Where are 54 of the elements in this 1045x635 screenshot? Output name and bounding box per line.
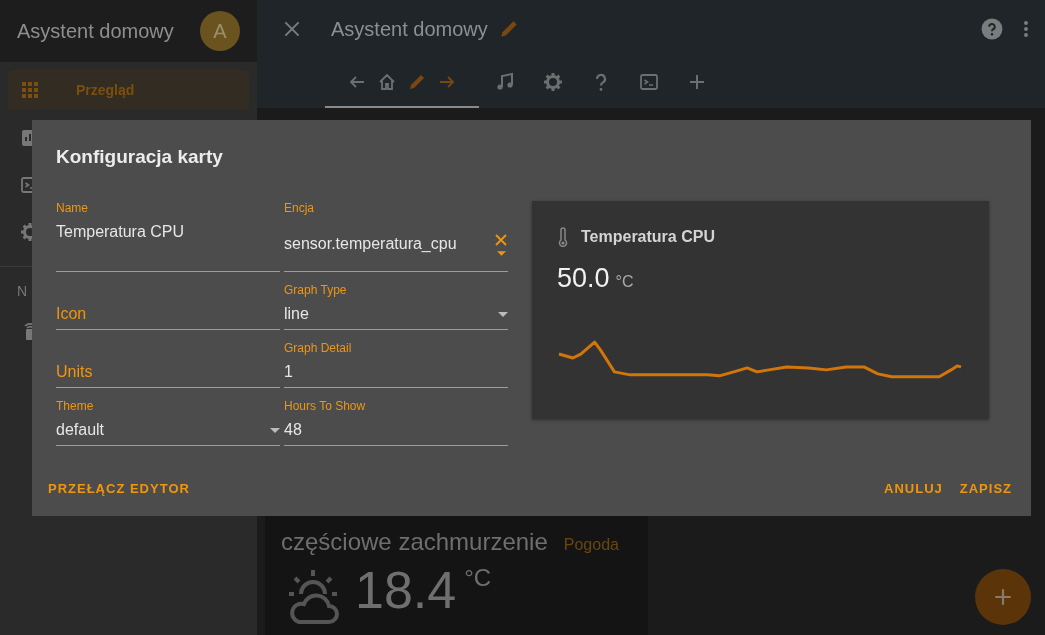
temperature-unit: °C xyxy=(464,564,492,592)
dropdown-caret-icon[interactable] xyxy=(498,311,508,317)
text-field[interactable]: Units xyxy=(56,341,280,388)
field-value: Temperatura CPU xyxy=(56,223,185,241)
thermometer-icon xyxy=(557,227,569,247)
weather-temperature: 18.4 xyxy=(355,564,457,616)
home-icon[interactable] xyxy=(377,72,397,92)
dropdown-field[interactable]: Graph Type line xyxy=(284,283,508,330)
grid-icon xyxy=(20,80,40,100)
text-field[interactable]: Name Temperatura CPU xyxy=(56,201,280,272)
field-label: Theme xyxy=(56,399,95,415)
plus-icon xyxy=(687,72,707,92)
plus-icon xyxy=(992,586,1014,608)
sidebar-item[interactable]: Przegląd xyxy=(8,70,249,110)
field-value: sensor.temperatura_cpu xyxy=(284,235,457,253)
field-label: Name xyxy=(56,201,89,217)
field-value: line xyxy=(284,305,309,323)
dialog-button[interactable]: PRZEŁĄCZ EDYTOR xyxy=(48,475,193,502)
field-label: Hours To Show xyxy=(284,399,367,415)
dialog-button[interactable]: ANULUJ xyxy=(884,475,946,502)
music-note-icon xyxy=(495,72,515,92)
header-title: Asystent domowy xyxy=(331,17,488,41)
field-label: Graph Detail xyxy=(284,341,353,357)
text-field[interactable]: Hours To Show 48 xyxy=(284,399,508,446)
weather-name: Pogoda xyxy=(563,536,619,554)
terminal-icon xyxy=(639,72,659,92)
sensor-name: Temperatura CPU xyxy=(581,228,715,246)
sensor-value: 50.0 xyxy=(557,263,610,294)
help-icon[interactable] xyxy=(981,18,1003,40)
sensor-unit: °C xyxy=(615,273,634,291)
text-field[interactable]: Icon xyxy=(56,283,280,330)
field-value: default xyxy=(56,421,105,439)
settings-icon xyxy=(543,72,563,92)
pencil-icon[interactable] xyxy=(407,72,427,92)
sidebar-title: Asystent domowy xyxy=(17,19,174,43)
section-header: N xyxy=(17,283,28,299)
dropdown-caret-icon[interactable] xyxy=(270,427,280,433)
user-avatar[interactable]: A xyxy=(200,11,240,51)
field-value: 1 xyxy=(284,363,293,381)
text-field[interactable]: Graph Detail 1 xyxy=(284,341,508,388)
dropdown-field[interactable]: Theme default xyxy=(56,399,280,446)
field-label: Encja xyxy=(284,201,316,217)
add-button[interactable] xyxy=(975,569,1031,625)
more-menu-icon[interactable] xyxy=(1023,18,1029,40)
field-value: 48 xyxy=(284,421,302,439)
field-label: Graph Type xyxy=(284,283,348,299)
weather-condition: częściowe zachmurzenie xyxy=(281,528,548,556)
settings-icon[interactable] xyxy=(20,222,32,242)
clear-icon[interactable] xyxy=(494,232,508,247)
dropdown-caret-icon[interactable] xyxy=(496,250,506,256)
entity-field[interactable]: Encja sensor.temperatura_cpu xyxy=(284,201,508,272)
dialog-button[interactable]: ZAPISZ xyxy=(959,475,1015,502)
dialog-title: Konfiguracja karty xyxy=(56,146,224,168)
terminal-icon[interactable] xyxy=(20,175,32,195)
